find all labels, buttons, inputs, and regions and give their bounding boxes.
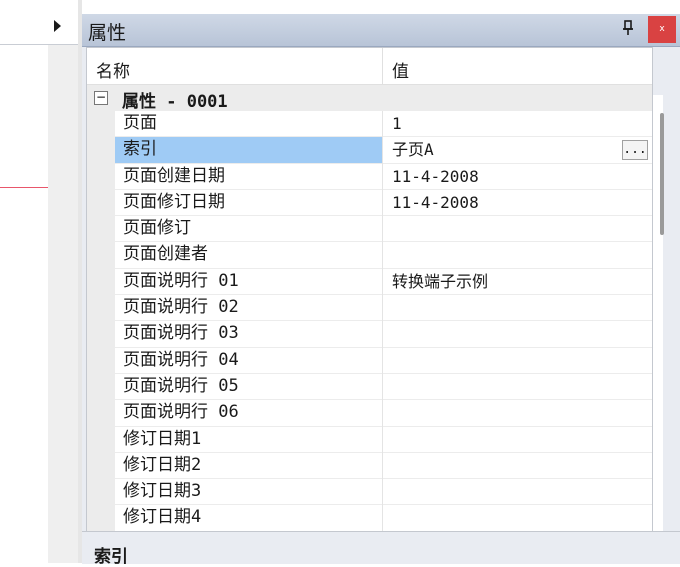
- ellipsis-button[interactable]: ...: [622, 140, 648, 161]
- row-gutter: [87, 295, 115, 322]
- property-name[interactable]: 页面: [115, 111, 382, 138]
- property-rows: 页面 1 索引 子页A... 页面创建日期 11-4-2008 页面修订日期 11-4-200…: [87, 111, 652, 532]
- description-title: 索引: [94, 547, 128, 567]
- property-value[interactable]: [383, 374, 652, 401]
- left-panel: [0, 0, 78, 563]
- property-value[interactable]: [383, 505, 652, 532]
- property-value[interactable]: [383, 479, 652, 506]
- property-value-text: 11-4-2008: [392, 192, 479, 212]
- property-row[interactable]: 页面创建者: [87, 242, 652, 269]
- property-row[interactable]: 页面说明行 06: [87, 400, 652, 427]
- pin-icon-graphic: [623, 20, 633, 35]
- property-grid: 名称 值 − 属性 - 0001 页面 1 索引 子页A... 页面创建日期 11-4-2…: [86, 47, 653, 533]
- property-value[interactable]: [383, 400, 652, 427]
- description-pane: 索引: [82, 531, 680, 567]
- left-panel-strip: [48, 45, 78, 563]
- property-value[interactable]: [383, 321, 652, 348]
- property-name[interactable]: 索引: [115, 137, 382, 164]
- property-row[interactable]: 页面说明行 04: [87, 347, 652, 374]
- row-gutter: [87, 163, 115, 190]
- category-row[interactable]: − 属性 - 0001: [87, 85, 652, 112]
- row-gutter: [87, 373, 115, 401]
- property-row[interactable]: 修订日期2: [87, 452, 652, 480]
- property-name[interactable]: 页面说明行 05: [115, 374, 382, 401]
- property-value[interactable]: 11-4-2008: [383, 164, 652, 190]
- panel-title: 属性: [88, 22, 127, 44]
- row-gutter: [87, 505, 115, 532]
- property-name[interactable]: 页面说明行 03: [115, 321, 382, 348]
- property-value-text: 1: [392, 114, 402, 133]
- row-gutter: [87, 216, 115, 243]
- property-name[interactable]: 修订日期1: [115, 427, 382, 453]
- property-value-text: 11-4-2008: [392, 166, 479, 186]
- left-panel-header: [0, 14, 78, 45]
- property-row[interactable]: 页面修订日期 11-4-2008: [87, 189, 652, 217]
- property-value[interactable]: 11-4-2008: [383, 190, 652, 217]
- row-gutter: [87, 479, 115, 506]
- property-value[interactable]: 1: [383, 111, 652, 138]
- collapse-icon[interactable]: −: [94, 91, 108, 105]
- row-gutter: [87, 111, 115, 138]
- property-value[interactable]: 转换端子示例: [383, 269, 652, 296]
- panel-title-bar: 属性 x: [82, 14, 680, 47]
- property-row[interactable]: 修订日期4: [87, 505, 652, 532]
- property-row[interactable]: 修订日期3: [87, 479, 652, 506]
- property-row[interactable]: 页面说明行 03: [87, 321, 652, 348]
- property-name[interactable]: 页面说明行 02: [115, 295, 382, 322]
- property-row[interactable]: 页面说明行 05: [87, 373, 652, 401]
- property-row[interactable]: 页面说明行 02: [87, 295, 652, 322]
- row-gutter: [87, 242, 115, 269]
- property-row[interactable]: 索引 子页A...: [87, 137, 652, 164]
- property-value[interactable]: [383, 453, 652, 480]
- property-value[interactable]: [383, 427, 652, 453]
- property-value[interactable]: [383, 242, 652, 269]
- row-gutter: [87, 347, 115, 374]
- property-row[interactable]: 修订日期1: [87, 426, 652, 453]
- property-name[interactable]: 页面说明行 06: [115, 400, 382, 427]
- row-gutter: [87, 321, 115, 348]
- scrollbar-thumb[interactable]: [660, 113, 664, 235]
- property-name[interactable]: 页面创建者: [115, 242, 382, 269]
- property-name[interactable]: 修订日期3: [115, 479, 382, 506]
- property-name[interactable]: 修订日期2: [115, 453, 382, 480]
- row-gutter: [87, 426, 115, 453]
- grid-header: 名称 值: [87, 48, 652, 85]
- expand-arrow-icon[interactable]: [54, 20, 61, 32]
- property-value[interactable]: 子页A...: [383, 137, 652, 164]
- property-name[interactable]: 修订日期4: [115, 505, 382, 532]
- pin-icon[interactable]: [618, 20, 638, 40]
- property-value-text: 子页A: [392, 140, 434, 160]
- property-row[interactable]: 页面 1: [87, 111, 652, 138]
- column-header-name[interactable]: 名称: [96, 57, 130, 82]
- property-value[interactable]: [383, 216, 652, 243]
- property-value[interactable]: [383, 295, 652, 322]
- property-value[interactable]: [383, 348, 652, 374]
- property-row[interactable]: 页面修订: [87, 216, 652, 243]
- category-label: 属性 - 0001: [122, 92, 228, 112]
- property-name[interactable]: 页面说明行 04: [115, 348, 382, 374]
- property-name[interactable]: 页面修订: [115, 216, 382, 243]
- left-panel-red-line: [0, 187, 48, 188]
- row-gutter: [87, 268, 115, 296]
- column-header-value[interactable]: 值: [392, 57, 409, 82]
- property-name[interactable]: 页面创建日期: [115, 164, 382, 190]
- property-name[interactable]: 页面说明行 01: [115, 269, 382, 296]
- property-name[interactable]: 页面修订日期: [115, 190, 382, 217]
- column-separator[interactable]: [382, 48, 383, 84]
- row-gutter: [87, 189, 115, 217]
- property-row[interactable]: 页面说明行 01 转换端子示例: [87, 268, 652, 296]
- close-button[interactable]: x: [648, 16, 676, 43]
- row-gutter: [87, 400, 115, 427]
- row-gutter: [87, 137, 115, 164]
- property-value-text: 转换端子示例: [392, 271, 489, 291]
- property-row[interactable]: 页面创建日期 11-4-2008: [87, 163, 652, 190]
- row-gutter: [87, 452, 115, 480]
